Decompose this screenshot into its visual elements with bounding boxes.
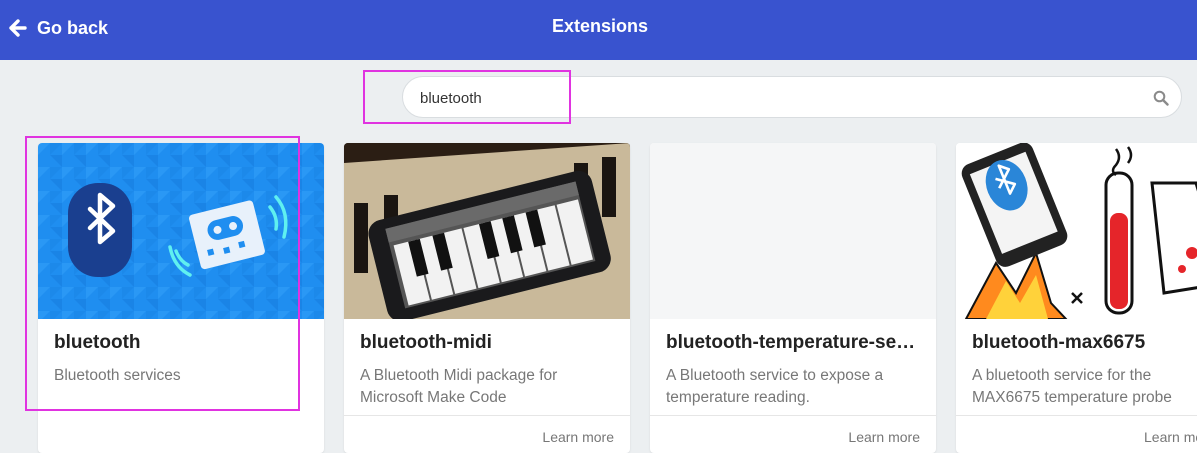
learn-more-link[interactable]: Learn more bbox=[542, 429, 614, 445]
bluetooth-science-image bbox=[956, 143, 1197, 319]
extension-card-bluetooth-midi[interactable]: bluetooth-midi A Bluetooth Midi package … bbox=[344, 143, 630, 453]
extension-card-description: A Bluetooth Midi package for Microsoft M… bbox=[360, 367, 558, 406]
go-back-label: Go back bbox=[37, 17, 109, 38]
extension-card-title: bluetooth-temperature-se… bbox=[666, 332, 916, 353]
extension-card-description: A Bluetooth service to expose a temperat… bbox=[666, 367, 884, 406]
arrow-left-icon bbox=[9, 19, 27, 37]
page-title: Extensions bbox=[551, 16, 649, 36]
extension-card-bluetooth-temperature[interactable]: bluetooth-temperature-se… A Bluetooth se… bbox=[650, 143, 936, 453]
blank-image bbox=[650, 143, 936, 319]
card-highlight-box bbox=[25, 136, 300, 411]
search-highlight-box bbox=[363, 70, 571, 124]
extension-card-description: A bluetooth service for the MAX6675 temp… bbox=[972, 367, 1172, 406]
go-back-button[interactable]: Go back bbox=[9, 15, 108, 41]
card-divider bbox=[956, 415, 1197, 416]
card-divider bbox=[344, 415, 630, 416]
extension-card-title: bluetooth-midi bbox=[360, 332, 492, 353]
learn-more-link[interactable]: Learn more bbox=[1144, 429, 1197, 445]
extension-card-title: bluetooth-max6675 bbox=[972, 332, 1146, 353]
phone-piano-photo bbox=[344, 143, 630, 319]
learn-more-link[interactable]: Learn more bbox=[848, 429, 920, 445]
card-divider bbox=[650, 415, 936, 416]
top-bar: Go back Extensions bbox=[0, 0, 1197, 60]
search-icon[interactable] bbox=[1153, 90, 1169, 111]
extension-card-bluetooth-max6675[interactable]: bluetooth-max6675 A bluetooth service fo… bbox=[956, 143, 1197, 453]
